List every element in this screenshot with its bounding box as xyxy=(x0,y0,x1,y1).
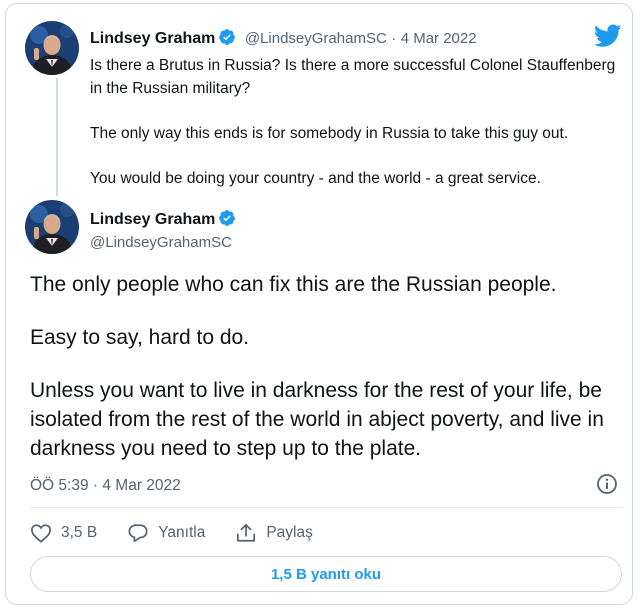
avatar[interactable] xyxy=(25,21,79,75)
divider xyxy=(30,507,622,508)
like-count: 3,5 B xyxy=(61,524,98,541)
tweet-date[interactable]: 4 Mar 2022 xyxy=(401,30,477,47)
info-icon[interactable] xyxy=(596,473,618,500)
speech-bubble-icon xyxy=(128,524,148,543)
share-icon xyxy=(237,523,256,542)
action-bar: 3,5 B Yanıtla Paylaş xyxy=(30,520,343,546)
author-handle[interactable]: @LindseyGrahamSC xyxy=(90,234,232,251)
heart-icon xyxy=(31,524,51,543)
verified-badge-icon xyxy=(218,28,236,51)
avatar-photo xyxy=(25,21,79,75)
twitter-bird-icon[interactable] xyxy=(593,24,622,53)
tweet1-paragraph: Is there a Brutus in Russia? Is there a … xyxy=(90,57,616,97)
tweet2-paragraph: Unless you want to live in darkness for … xyxy=(30,379,604,460)
thread-connector-line xyxy=(56,78,58,196)
share-label: Paylaş xyxy=(266,524,313,541)
avatar-photo xyxy=(25,200,79,254)
tweet2-header: Lindsey Graham xyxy=(90,209,236,232)
tweet2-paragraph: Easy to say, hard to do. xyxy=(30,326,250,349)
share-button[interactable]: Paylaş xyxy=(235,523,313,543)
tweet1-text: Is there a Brutus in Russia? Is there a … xyxy=(90,54,625,212)
avatar[interactable] xyxy=(25,200,79,254)
tweet1-header: Lindsey Graham @LindseyGrahamSC · 4 Mar … xyxy=(90,28,477,51)
read-replies-button[interactable]: 1,5 B yanıtı oku xyxy=(30,556,622,592)
reply-button[interactable]: Yanıtla xyxy=(127,523,205,543)
like-button[interactable]: 3,5 B xyxy=(30,523,97,543)
tweet-timestamp[interactable]: ÖÖ 5:39 · 4 Mar 2022 xyxy=(30,477,181,495)
author-name[interactable]: Lindsey Graham xyxy=(90,211,215,228)
tweet1-paragraph: The only way this ends is for somebody i… xyxy=(90,125,569,142)
tweet2-paragraph: The only people who can fix this are the… xyxy=(30,273,557,296)
meta-separator: · xyxy=(391,30,397,47)
tweet1-paragraph: You would be doing your country - and th… xyxy=(90,170,541,187)
reply-label: Yanıtla xyxy=(158,524,206,541)
tweet-embed-card: Lindsey Graham @LindseyGrahamSC · 4 Mar … xyxy=(5,3,633,605)
verified-badge-icon xyxy=(218,209,236,232)
read-replies-label: 1,5 B yanıtı oku xyxy=(270,565,382,583)
author-name[interactable]: Lindsey Graham xyxy=(90,30,215,47)
author-handle[interactable]: @LindseyGrahamSC xyxy=(245,30,387,47)
tweet2-text: The only people who can fix this are the… xyxy=(30,270,630,487)
